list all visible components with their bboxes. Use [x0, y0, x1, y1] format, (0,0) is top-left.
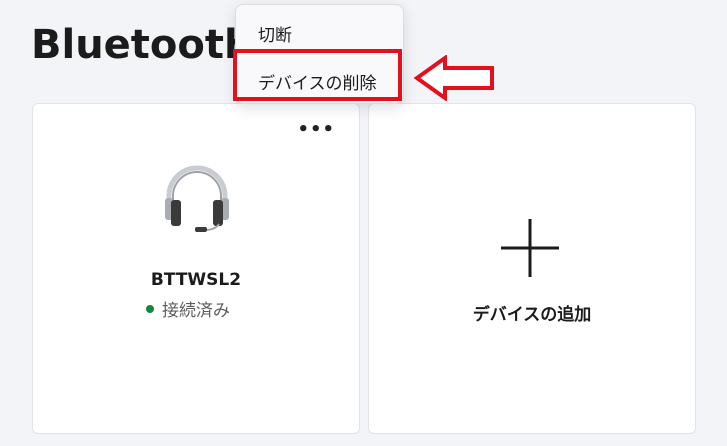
device-card[interactable]: ••• BTTWSL2 接続済み — [32, 103, 360, 434]
left-arrow-icon — [414, 55, 494, 101]
status-text: 接続済み — [162, 301, 230, 321]
connection-status: 接続済み — [146, 296, 230, 321]
add-device-label: デバイスの追加 — [472, 305, 592, 325]
more-options-button[interactable]: ••• — [297, 121, 335, 139]
device-name: BTTWSL2 — [150, 270, 242, 290]
add-device-card[interactable]: デバイスの追加 — [368, 103, 696, 434]
status-dot-icon — [146, 304, 154, 313]
highlight-box — [233, 49, 402, 101]
headset-icon — [165, 165, 229, 232]
plus-icon — [501, 219, 559, 277]
page-title: Bluetooth — [31, 22, 253, 68]
menu-item-disconnect[interactable]: 切断 — [258, 21, 292, 46]
